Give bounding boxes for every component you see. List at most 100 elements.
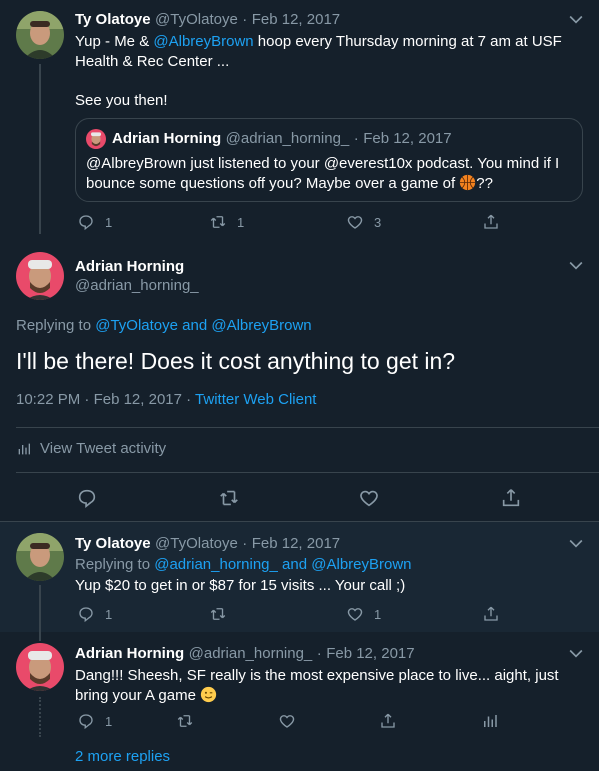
reply-icon — [79, 215, 93, 231]
replying-to: Replying to @adrian_horning_ and @Albrey… — [75, 556, 412, 573]
thread-connector-line — [39, 64, 41, 234]
retweet-icon — [210, 608, 226, 620]
tweet-text-part: bring your A game — [75, 687, 201, 704]
tweet-date[interactable]: Feb 12, 2017 — [252, 11, 340, 28]
author-handle[interactable]: @adrian_horning_ — [75, 277, 199, 294]
separator-dot: · — [80, 391, 94, 408]
quoted-date: Feb 12, 2017 — [363, 130, 452, 147]
retweet-button[interactable]: 1 — [209, 213, 244, 231]
winking-face-emoji-icon — [200, 686, 217, 703]
tweet-text: Yup - Me & @AlbreyBrown hoop every Thurs… — [75, 32, 585, 111]
chevron-down-icon[interactable] — [566, 533, 586, 553]
replying-and[interactable]: and — [178, 317, 211, 334]
share-button[interactable] — [379, 712, 397, 730]
reply-icon[interactable] — [76, 487, 98, 509]
quoted-author-handle: @adrian_horning_ — [225, 130, 350, 147]
share-button[interactable] — [482, 605, 500, 623]
replying-label: Replying to — [16, 317, 96, 334]
tweet-time[interactable]: 10:22 PM — [16, 391, 80, 408]
retweet-button[interactable] — [209, 605, 227, 623]
avatar-adrian-horning[interactable] — [16, 252, 64, 300]
tweet-date[interactable]: Feb 12, 2017 — [94, 391, 182, 408]
tweet-header: Ty Olatoye @TyOlatoye · Feb 12, 2017 — [75, 11, 340, 29]
tweet-meta: 10:22 PM · Feb 12, 2017 · Twitter Web Cl… — [16, 391, 316, 408]
separator-dot: · — [242, 11, 248, 28]
tweet-date[interactable]: Feb 12, 2017 — [326, 645, 414, 662]
tweet-text-part: hoop every Thursday morning at 7 am at U… — [253, 33, 562, 50]
tweet-header: Ty Olatoye @TyOlatoye · Feb 12, 2017 — [75, 535, 340, 553]
heart-icon — [347, 608, 363, 621]
quoted-author-name: Adrian Horning — [112, 130, 222, 147]
like-count: 3 — [374, 214, 382, 230]
heart-icon — [347, 216, 363, 229]
like-count: 1 — [374, 606, 382, 622]
retweet-icon — [177, 715, 193, 727]
avatar-ty-olatoye[interactable] — [16, 11, 64, 59]
mention-link[interactable]: @TyOlatoye — [95, 317, 178, 334]
reply-count: 1 — [105, 606, 113, 622]
replying-label: Replying to — [75, 556, 155, 573]
chevron-down-icon[interactable] — [566, 643, 586, 663]
bar-chart-icon — [484, 715, 497, 727]
retweet-icon[interactable] — [218, 487, 240, 509]
divider — [16, 427, 599, 428]
thread-connector-dotted — [39, 697, 41, 737]
avatar-adrian-horning[interactable] — [16, 643, 64, 691]
quoted-text-part: bounce some questions off you? Maybe ove… — [86, 175, 460, 192]
tweet-activity-button[interactable] — [481, 712, 499, 730]
author-name[interactable]: Adrian Horning — [75, 645, 184, 662]
separator-dot: · — [242, 535, 248, 552]
reply-button[interactable]: 1 — [77, 213, 112, 231]
quoted-text: @AlbreyBrown just listened to your @ever… — [86, 154, 576, 194]
chevron-down-icon[interactable] — [566, 255, 586, 275]
reply-icon — [79, 607, 93, 623]
quoted-text-part: ?? — [476, 175, 493, 192]
avatar-ty-olatoye[interactable] — [16, 533, 64, 581]
tweet-text: Dang!!! Sheesh, SF really is the most ex… — [75, 666, 585, 706]
author-handle[interactable]: @TyOlatoye — [155, 11, 238, 28]
mention-link[interactable]: @adrian_horning_ — [154, 556, 278, 573]
client-link[interactable]: Twitter Web Client — [195, 391, 316, 408]
like-button[interactable] — [278, 712, 296, 730]
separator-dot: · — [316, 645, 322, 662]
mention-link[interactable]: @AlbreyBrown — [311, 556, 411, 573]
divider — [16, 472, 599, 473]
chevron-down-icon[interactable] — [566, 9, 586, 29]
mention-link[interactable]: @AlbreyBrown — [153, 33, 253, 50]
tweet-text-line: See you then! — [75, 92, 168, 109]
author-name[interactable]: Adrian Horning — [75, 258, 184, 275]
basketball-emoji-icon — [459, 174, 476, 191]
quoted-text-line: @AlbreyBrown just listened to your @ever… — [86, 155, 560, 172]
author-handle[interactable]: @adrian_horning_ — [189, 645, 313, 662]
tweet-date[interactable]: Feb 12, 2017 — [252, 535, 340, 552]
tweet-text-line: Health & Rec Center ... — [75, 53, 230, 70]
more-replies-link[interactable]: 2 more replies — [75, 748, 170, 765]
separator-dot: · — [181, 391, 196, 408]
replying-and[interactable]: and — [278, 556, 311, 573]
mention-link[interactable]: @AlbreyBrown — [211, 317, 311, 334]
replying-to: Replying to @TyOlatoye and @AlbreyBrown — [16, 317, 312, 334]
share-button[interactable] — [482, 213, 500, 231]
reply-button[interactable]: 1 — [77, 605, 112, 623]
author-name[interactable]: Ty Olatoye — [75, 11, 151, 28]
like-button[interactable]: 3 — [346, 213, 381, 231]
thread-connector-line — [39, 585, 41, 641]
like-button[interactable]: 1 — [346, 605, 381, 623]
share-icon — [381, 713, 395, 728]
tweet-text: Yup $20 to get in or $87 for 15 visits .… — [75, 577, 406, 594]
heart-icon[interactable] — [358, 487, 380, 509]
main-tweet-text: I'll be there! Does it cost anything to … — [16, 348, 456, 374]
quoted-tweet[interactable]: Adrian Horning @adrian_horning_ · Feb 12… — [75, 118, 583, 202]
author-handle[interactable]: @TyOlatoye — [155, 535, 238, 552]
heart-icon — [279, 715, 295, 728]
reply-button[interactable]: 1 — [77, 712, 112, 730]
view-tweet-activity-button[interactable]: View Tweet activity — [16, 440, 166, 457]
retweet-button[interactable] — [176, 712, 194, 730]
share-icon[interactable] — [500, 487, 522, 509]
tweet-text-part: Yup - Me & — [75, 33, 154, 50]
author-name[interactable]: Ty Olatoye — [75, 535, 151, 552]
reply-icon — [79, 714, 93, 730]
separator-dot: · — [353, 130, 359, 147]
activity-label: View Tweet activity — [40, 440, 167, 457]
